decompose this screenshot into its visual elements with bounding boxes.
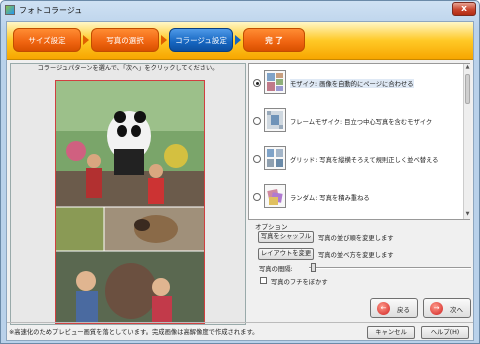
change-layout-button[interactable]: レイアウトを変更: [258, 248, 314, 260]
pattern-frame-mosaic[interactable]: フレームモザイク: 目立つ中心写真を含むモザイク: [249, 104, 463, 142]
blur-edges-label: 写真のフチをぼかす: [271, 279, 328, 286]
pattern-radio[interactable]: [253, 79, 261, 87]
step-size: サイズ設定: [13, 28, 81, 52]
dialog-body: サイズ設定 写真の選択 コラージュ設定 完 了 コラージュパターンを選んで、「次…: [6, 21, 474, 341]
title-bar: フォトコラージュ x: [1, 1, 479, 19]
scroll-thumb[interactable]: [465, 74, 470, 104]
layout-description: 写真の並べ方を変更します: [318, 252, 394, 259]
pattern-label: モザイク: 画像を自動的にページに合わせる: [290, 79, 414, 88]
grid-icon: [264, 146, 286, 170]
pattern-list-scrollbar[interactable]: ▲ ▼: [463, 64, 471, 219]
spacing-label: 写真の間隔:: [259, 266, 293, 273]
step-arrow-icon: [83, 35, 89, 45]
step-complete: 完 了: [243, 28, 305, 52]
random-stack-icon: [264, 184, 286, 208]
shuffle-photos-button[interactable]: 写真をシャッフル: [258, 231, 314, 243]
next-arrow-icon: →: [430, 302, 443, 315]
preview-panel: コラージュパターンを選んで、「次へ」をクリックしてください。: [10, 63, 246, 325]
pattern-radio[interactable]: [253, 117, 261, 125]
back-label: 戻る: [397, 306, 410, 314]
spacing-slider[interactable]: [309, 267, 471, 269]
close-button[interactable]: x: [452, 2, 476, 16]
footer-bar: ※高速化のためプレビュー画質を落としています。完成画像は高解像度で作成されます。…: [7, 322, 473, 342]
mosaic-icon: [264, 70, 286, 94]
step-photo-select: 写真の選択: [91, 28, 159, 52]
window-title: フォトコラージュ: [19, 6, 83, 15]
next-label: 次へ: [450, 306, 463, 314]
spacing-slider-thumb[interactable]: [311, 263, 316, 272]
quality-note: ※高速化のためプレビュー画質を落としています。完成画像は高解像度で作成されます。: [9, 329, 259, 336]
pattern-grid[interactable]: グリッド: 写真を縦横そろえて規則正しく並べ替える: [249, 142, 463, 180]
back-arrow-icon: ←: [377, 302, 390, 315]
next-button[interactable]: → 次へ: [423, 298, 471, 318]
pattern-radio[interactable]: [253, 155, 261, 163]
app-window: フォトコラージュ x サイズ設定 写真の選択 コラージュ設定 完 了 コラージュ…: [0, 0, 480, 344]
scroll-up-icon[interactable]: ▲: [464, 64, 471, 72]
step-arrow-icon: [161, 35, 167, 45]
pattern-label: フレームモザイク: 目立つ中心写真を含むモザイク: [290, 119, 433, 126]
wizard-steps: サイズ設定 写真の選択 コラージュ設定 完 了: [7, 22, 473, 60]
pattern-list: モザイク: 画像を自動的にページに合わせる フレームモザイク: 目立つ中心写真を…: [248, 63, 471, 220]
pattern-random[interactable]: ランダム: 写真を積み重ねる: [249, 180, 463, 218]
cancel-button[interactable]: キャンセル: [367, 326, 415, 339]
pattern-mosaic[interactable]: モザイク: 画像を自動的にページに合わせる: [249, 66, 463, 104]
options-title: オプション: [255, 223, 288, 231]
pattern-label: ランダム: 写真を積み重ねる: [290, 195, 370, 202]
help-button[interactable]: ヘルプ(H): [421, 326, 469, 339]
pattern-label: グリッド: 写真を縦横そろえて規則正しく並べ替える: [290, 157, 439, 164]
scroll-down-icon[interactable]: ▼: [464, 211, 471, 219]
shuffle-description: 写真の並び順を変更します: [318, 235, 394, 242]
back-button[interactable]: ← 戻る: [370, 298, 418, 318]
app-icon: [5, 5, 15, 15]
preview-hint: コラージュパターンを選んで、「次へ」をクリックしてください。: [37, 65, 219, 72]
step-arrow-icon: [235, 35, 241, 45]
blur-edges-checkbox[interactable]: [260, 277, 267, 284]
step-collage-settings: コラージュ設定: [169, 28, 233, 52]
pattern-radio[interactable]: [253, 193, 261, 201]
collage-preview-image: [55, 80, 205, 324]
frame-mosaic-icon: [264, 108, 286, 132]
